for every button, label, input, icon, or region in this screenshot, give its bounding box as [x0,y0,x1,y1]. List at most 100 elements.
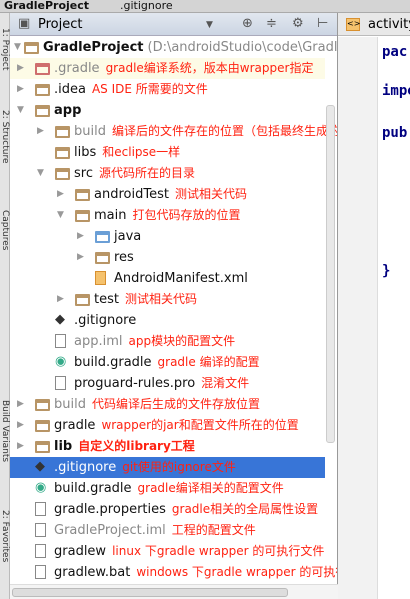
tree-item[interactable]: ▼ app [10,100,325,121]
collapse-icon[interactable]: ≑ [266,16,277,31]
collapsed-arrow-icon[interactable]: ▶ [77,226,84,247]
tree-item[interactable]: ▶ androidTest 测试相关代码 [10,184,325,205]
collapsed-arrow-icon[interactable]: ▶ [57,184,64,205]
tree-item[interactable]: ▼ GradleProject (D:\androidStudio\code\Gra… [10,37,337,58]
item-name: lib [54,439,73,454]
project-panel: ▣ Project ▼ ⊕ ≑ ⚙ ⊢ ▼ GradleProject (D:\an… [10,13,338,599]
tree-item[interactable]: ▶ gradle wrapper的jar和配置文件所在的位置 [10,415,325,436]
file-tab[interactable]: .gitignore [120,0,173,12]
tree-item[interactable]: ▶ lib 自定义的library工程 [10,436,325,457]
expanded-arrow-icon[interactable]: ▼ [14,37,21,58]
item-name: app.iml [74,334,123,349]
hide-icon[interactable]: ⊢ [317,16,328,31]
build-variants-tool-button[interactable]: Build Variants [0,400,10,462]
project-tool-button[interactable]: 1: Project [0,28,10,70]
tree-item-label: libs 和eclipse一样 [74,142,180,163]
item-name: build [54,397,86,412]
item-name: .gitignore [74,313,137,328]
tree-item[interactable]: GradleProject.iml 工程的配置文件 [10,520,325,541]
expanded-arrow-icon[interactable]: ▼ [17,100,24,121]
tree-item[interactable]: AndroidManifest.xml [10,268,325,289]
item-name: test [94,292,119,307]
tree-item[interactable]: gradlew linux 下gradle wrapper 的可执行文件 [10,541,325,562]
annotation: gradle编译系统，版本由wrapper指定 [105,61,314,75]
item-name: .gitignore [54,460,117,475]
tree-item[interactable]: ▶ res [10,247,325,268]
annotation: windows 下gradle wrapper 的可执行文件 [136,565,337,579]
tree-item-label: GradleProject (D:\androidStudio\code\Grad… [43,37,337,58]
favorites-tool-button[interactable]: 2: Favorites [0,510,10,562]
collapsed-arrow-icon[interactable]: ▶ [17,79,24,100]
captures-tool-button[interactable]: Captures [0,210,10,250]
chevron-down-icon[interactable]: ▼ [206,20,213,30]
props-icon [35,502,46,516]
tree-item-label: .gradle gradle编译系统，版本由wrapper指定 [54,58,313,79]
folder-icon [75,210,90,222]
tree-item[interactable]: ▶ build 编译后的文件存在的位置（包括最终生成的apk） [10,121,337,142]
tree-item[interactable]: gradle.properties gradle相关的全局属性设置 [10,499,325,520]
code-line[interactable]: impo [382,83,410,99]
structure-tool-button[interactable]: 2: Structure [0,110,10,164]
horizontal-scrollbar[interactable] [10,584,338,599]
gradle-icon: ◉ [35,480,47,495]
item-name: gradlew.bat [54,565,131,580]
tree-item[interactable]: ▼ src 源代码所在的目录 [10,163,325,184]
collapsed-arrow-icon[interactable]: ▶ [17,436,24,457]
vertical-scrollbar[interactable] [326,105,335,443]
editor-tab[interactable]: <> activity_ [338,13,410,36]
item-name: build [74,124,106,139]
view-selector[interactable]: Project [38,17,82,32]
folder-icon [95,252,110,264]
annotation: git使用的ignore文件 [122,460,236,474]
tree-item-label: build 编译后的文件存在的位置（包括最终生成的apk） [74,121,337,142]
code-line[interactable]: pac [382,44,407,60]
xml-file-icon: <> [346,18,360,31]
tree-item[interactable]: ▶ java [10,226,325,247]
tree-item[interactable]: app.iml app模块的配置文件 [10,331,325,352]
folder-red-icon [35,63,50,75]
folder-icon [35,399,50,411]
tree-item-label: gradlew.bat windows 下gradle wrapper 的可执行文… [54,562,337,583]
tree-item-label: gradlew linux 下gradle wrapper 的可执行文件 [54,541,324,562]
annotation: gradle相关的全局属性设置 [171,502,319,516]
tree-item[interactable]: ▶ .gradle gradle编译系统，版本由wrapper指定 [10,58,325,79]
tree-item[interactable]: ▼ main 打包代码存放的位置 [10,205,325,226]
file-icon [55,334,66,348]
tree-item[interactable]: gradlew.bat windows 下gradle wrapper 的可执行文… [10,562,337,583]
collapsed-arrow-icon[interactable]: ▶ [17,58,24,79]
tree-item-label: lib 自定义的library工程 [54,436,195,457]
tree-item[interactable]: ◆ .gitignore [10,310,325,331]
item-name: build.gradle [54,481,132,496]
item-name: GradleProject [43,40,144,55]
code-line[interactable]: } [382,263,390,279]
collapsed-arrow-icon[interactable]: ▶ [77,247,84,268]
tree-item[interactable]: ▶ test 测试相关代码 [10,289,325,310]
tool-window-stripe: 1: Project 2: Structure Captures Build V… [0,13,10,599]
tree-item[interactable]: ▶ .idea AS IDE 所需要的文件 [10,79,325,100]
collapsed-arrow-icon[interactable]: ▶ [17,394,24,415]
folder-icon [35,84,50,96]
tree-item-label: test 测试相关代码 [94,289,197,310]
locate-icon[interactable]: ⊕ [242,16,253,31]
tree-item[interactable]: libs 和eclipse一样 [10,142,325,163]
item-name: .gradle [54,61,100,76]
tree-item[interactable]: ◆ .gitignore git使用的ignore文件 [10,457,325,478]
tree-item[interactable]: ▶ build 代码编译后生成的文件存放位置 [10,394,325,415]
expanded-arrow-icon[interactable]: ▼ [57,205,64,226]
collapsed-arrow-icon[interactable]: ▶ [17,415,24,436]
collapsed-arrow-icon[interactable]: ▶ [37,121,44,142]
code-line[interactable]: pub [382,125,407,141]
annotation: 混淆文件 [201,376,250,390]
expanded-arrow-icon[interactable]: ▼ [37,163,44,184]
tree-item[interactable]: ◉ build.gradle gradle 编译的配置 [10,352,325,373]
project-path: (D:\androidStudio\code\GradleP [147,40,338,55]
project-tab[interactable]: GradleProject [4,0,89,12]
tree-item-label: .idea AS IDE 所需要的文件 [54,79,208,100]
annotation: wrapper的jar和配置文件所在的位置 [101,418,299,432]
tree-item[interactable]: proguard-rules.pro 混淆文件 [10,373,325,394]
gear-icon[interactable]: ⚙ [292,16,304,31]
collapsed-arrow-icon[interactable]: ▶ [57,289,64,310]
folder-icon [55,126,70,138]
tree-item[interactable]: ◉ build.gradle gradle编译相关的配置文件 [10,478,325,499]
item-name: app [54,103,82,118]
